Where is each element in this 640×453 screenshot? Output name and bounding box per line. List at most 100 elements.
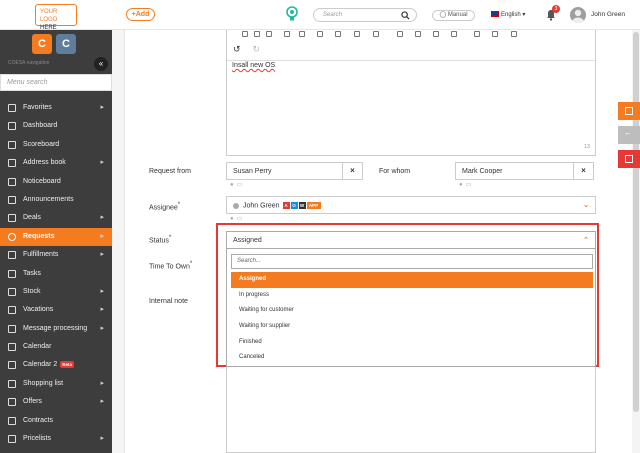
sidebar-item-icon — [8, 251, 16, 260]
avatar[interactable] — [570, 7, 586, 23]
request-from-subicons[interactable]: ●▭ — [230, 181, 245, 188]
language-selector[interactable]: English ▾ — [491, 11, 525, 18]
table-icon[interactable] — [242, 31, 248, 37]
sidebar-item-icon — [8, 159, 16, 168]
assignee-select[interactable]: John Green A O W APP ⌄ — [226, 196, 596, 214]
file-icon[interactable] — [354, 31, 360, 37]
for-whom-field[interactable]: Mark Cooper — [455, 162, 574, 180]
clear-request-from-button[interactable]: × — [342, 162, 363, 180]
lightbulb-icon[interactable] — [285, 5, 299, 23]
add-button[interactable]: +Add — [126, 8, 155, 21]
app-c-icon[interactable]: C — [32, 34, 52, 54]
sidebar-item-calendar-2[interactable]: Calendar 2 Beta — [0, 356, 112, 374]
hr-icon[interactable] — [373, 31, 379, 37]
assignee-subicons[interactable]: ●▭ — [230, 215, 245, 222]
video-icon[interactable] — [335, 31, 341, 37]
sidebar-item-shopping-list[interactable]: Shopping list ▸ — [0, 375, 112, 393]
print-icon[interactable] — [474, 31, 480, 37]
cursor-icon[interactable] — [433, 31, 439, 37]
app-c-alt-icon[interactable]: C — [56, 34, 76, 54]
chevron-right-icon: ▸ — [100, 398, 104, 406]
internal-note-editor[interactable] — [226, 367, 596, 453]
save-button[interactable] — [618, 102, 640, 120]
dropdown-search-input[interactable]: Search... — [231, 254, 593, 269]
contact-card-icon[interactable]: ▭ — [466, 182, 475, 188]
align-icon[interactable] — [284, 31, 290, 37]
sidebar-item-vacations[interactable]: Vacations ▸ — [0, 301, 112, 319]
manual-label: Manual — [447, 12, 468, 18]
delete-button[interactable] — [618, 150, 640, 168]
sidebar-item-label: Address book — [23, 159, 66, 167]
link-icon[interactable] — [299, 31, 305, 37]
grid-icon[interactable] — [254, 31, 260, 37]
menu-search-input[interactable]: Menu search — [0, 74, 112, 91]
status-option-waiting-for-supplier[interactable]: Waiting for supplier — [231, 319, 593, 335]
sidebar-item-message-processing[interactable]: Message processing ▸ — [0, 320, 112, 338]
company-logo[interactable]: YOUR LOGO HERE — [35, 4, 77, 31]
back-button[interactable]: ← — [618, 126, 640, 144]
sidebar-item-contracts[interactable]: Contracts — [0, 412, 112, 430]
sidebar-item-calendar[interactable]: Calendar — [0, 338, 112, 356]
char-counter: 13 — [583, 144, 590, 150]
status-option-finished[interactable]: Finished — [231, 335, 593, 351]
arrow-left-icon: ← — [624, 128, 632, 137]
beta-badge: Beta — [60, 361, 75, 369]
description-editor[interactable]: ↺ ↻ Insall new OS 13 — [226, 30, 596, 156]
sidebar-item-icon — [8, 379, 16, 388]
status-option-in-progress[interactable]: In progress — [231, 288, 593, 304]
search-input[interactable]: Search — [313, 8, 417, 22]
person-icon[interactable]: ● — [459, 182, 466, 188]
sidebar-item-favorites[interactable]: Favorites ▸ — [0, 99, 112, 117]
sidebar-item-dashboard[interactable]: Dashboard — [0, 117, 112, 135]
status-options: Assigned In progress Waiting for customer W… — [231, 272, 593, 366]
redo-icon[interactable]: ↻ — [253, 44, 261, 54]
contact-card-icon[interactable]: ▭ — [237, 216, 246, 222]
sidebar-item-deals[interactable]: Deals ▸ — [0, 209, 112, 227]
clear-for-whom-button[interactable]: × — [573, 162, 594, 180]
status-option-assigned[interactable]: Assigned — [231, 272, 593, 288]
sidebar-item-icon — [8, 104, 16, 112]
person-icon[interactable]: ● — [230, 182, 237, 188]
sidebar-item-announcements[interactable]: Announcements — [0, 191, 112, 209]
status-option-waiting-for-customer[interactable]: Waiting for customer — [231, 303, 593, 319]
spellcheck-icon[interactable] — [492, 31, 498, 37]
status-option-canceled[interactable]: Canceled — [231, 350, 593, 366]
request-from-label: Request from — [149, 168, 192, 175]
collapse-sidebar-button[interactable]: « — [94, 57, 108, 71]
for-whom-subicons[interactable]: ●▭ — [459, 181, 474, 188]
chevron-right-icon: ▸ — [100, 251, 104, 259]
scrollbar-thumb[interactable] — [633, 32, 639, 412]
sidebar-item-requests[interactable]: Requests ▸ — [0, 227, 112, 247]
code-icon[interactable] — [511, 31, 517, 37]
sidebar-item-address-book[interactable]: Address book ▸ — [0, 154, 112, 172]
special-char-icon[interactable] — [397, 31, 403, 37]
search-icon[interactable] — [401, 11, 410, 20]
sidebar-item-icon — [8, 232, 16, 241]
sidebar-item-label: Dashboard — [23, 122, 58, 130]
role-tag-w: W — [298, 202, 306, 209]
sidebar-item-fulfillments[interactable]: Fulfillments ▸ — [0, 246, 112, 264]
format-icon[interactable] — [266, 31, 272, 37]
sidebar-item-label: Calendar — [23, 343, 52, 351]
sidebar-item-label: Calendar 2 — [23, 361, 58, 369]
status-select[interactable]: Assigned ⌃ — [226, 231, 596, 249]
sidebar-item-label: Favorites — [23, 104, 52, 111]
sidebar-item-stock[interactable]: Stock ▸ — [0, 283, 112, 301]
image-icon[interactable] — [317, 31, 323, 37]
anchor-icon[interactable] — [415, 31, 421, 37]
eraser-icon[interactable] — [451, 31, 457, 37]
status-label-text: Status — [149, 237, 169, 245]
sidebar-item-scoreboard[interactable]: Scoreboard — [0, 136, 112, 154]
editor-content[interactable]: Insall new OS — [232, 62, 275, 69]
sidebar-item-offers[interactable]: Offers ▸ — [0, 393, 112, 411]
undo-icon[interactable]: ↺ — [233, 44, 241, 54]
contact-card-icon[interactable]: ▭ — [237, 182, 246, 188]
person-icon[interactable]: ● — [230, 216, 237, 222]
sidebar-item-noticeboard[interactable]: Noticeboard — [0, 173, 112, 191]
user-name[interactable]: John Green — [591, 11, 625, 18]
sidebar-item-pricelists[interactable]: Pricelists ▸ — [0, 430, 112, 448]
content-gutter — [112, 30, 125, 453]
sidebar-item-tasks[interactable]: Tasks — [0, 265, 112, 283]
request-from-field[interactable]: Susan Perry — [226, 162, 343, 180]
manual-button[interactable]: ◯ Manual — [432, 10, 475, 21]
